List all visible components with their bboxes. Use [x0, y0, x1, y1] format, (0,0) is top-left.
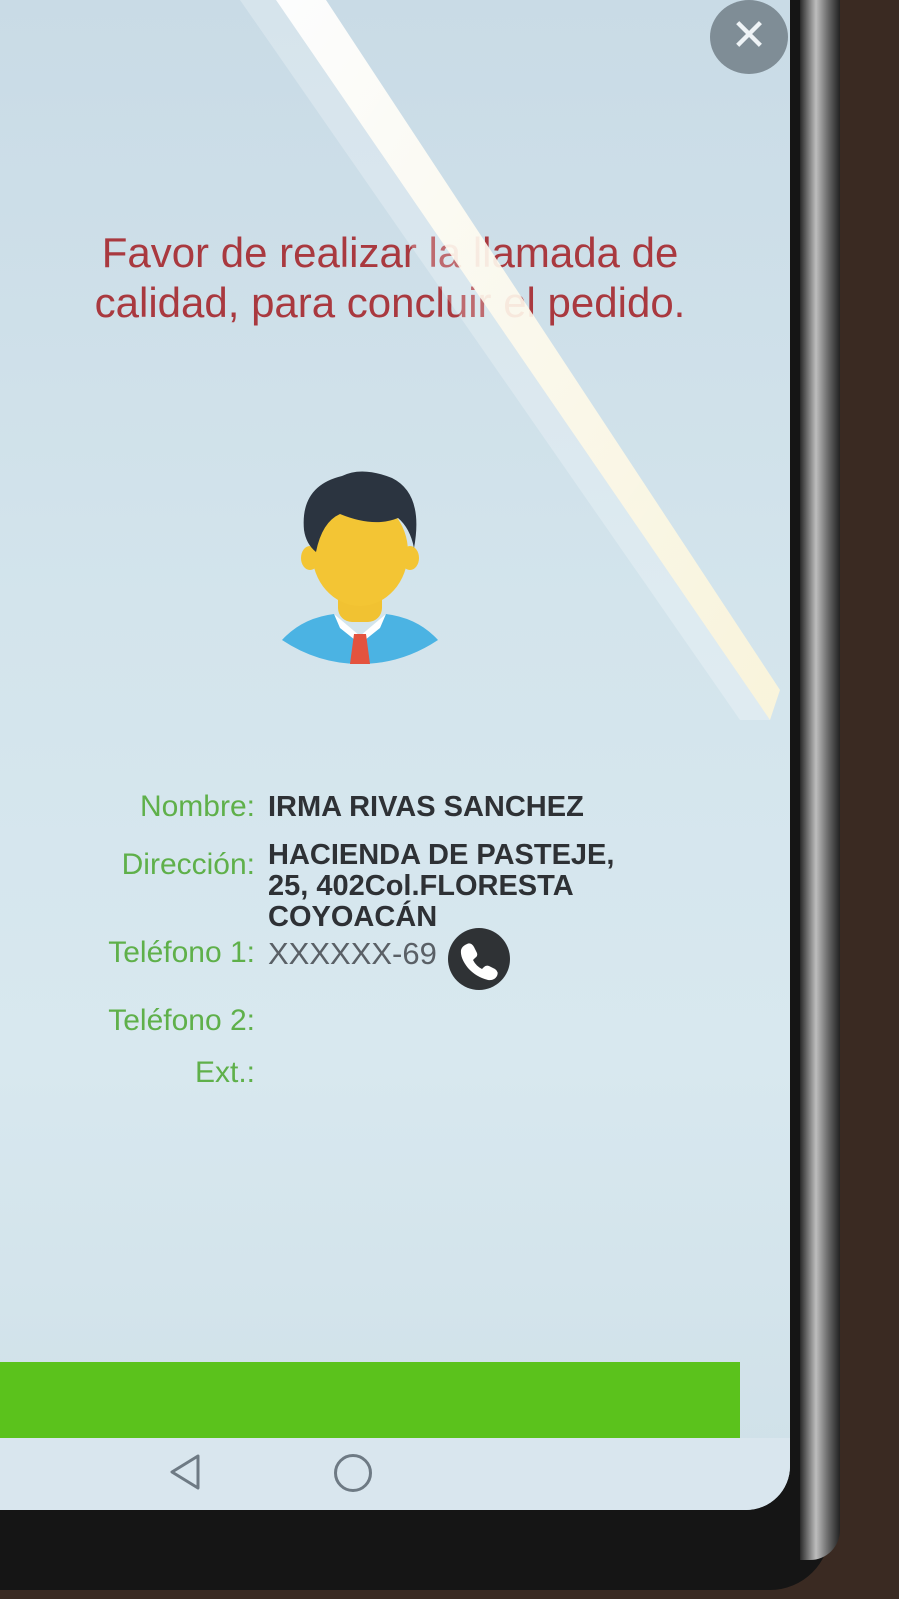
phone-frame-edge: [800, 0, 840, 1560]
phone2-label: Teléfono 2:: [108, 1004, 255, 1037]
close-button[interactable]: ✕: [710, 0, 788, 74]
phone1-label: Teléfono 1:: [108, 936, 255, 969]
user-avatar-icon: [282, 471, 438, 664]
dialog-message: Favor de realizar la llamada de calidad,…: [94, 229, 686, 326]
address-line: 25, 402Col.FLORESTA: [268, 870, 574, 902]
call-button[interactable]: [448, 928, 510, 990]
close-icon: ✕: [730, 11, 768, 60]
phone1-value: XXXXXX-69: [268, 936, 437, 971]
address-label: Dirección:: [121, 848, 255, 881]
address-line: HACIENDA DE PASTEJE,: [268, 839, 615, 871]
light-glare: [240, 0, 780, 720]
back-triangle-icon[interactable]: [168, 1452, 202, 1492]
phone-icon: [460, 943, 498, 981]
home-circle-icon[interactable]: [334, 1454, 372, 1492]
address-value: HACIENDA DE PASTEJE, 25, 402Col.FLORESTA…: [268, 840, 614, 933]
address-line: COYOACÁN: [268, 901, 438, 933]
screen: ✕ Favor de realizar la llamada de calida…: [0, 0, 790, 1510]
system-nav-bar: [0, 1438, 790, 1510]
ext-label: Ext.:: [194, 1056, 255, 1089]
name-label: Nombre:: [139, 790, 255, 823]
action-bar[interactable]: [0, 1362, 740, 1438]
name-value: IRMA RIVAS SANCHEZ: [268, 791, 584, 823]
